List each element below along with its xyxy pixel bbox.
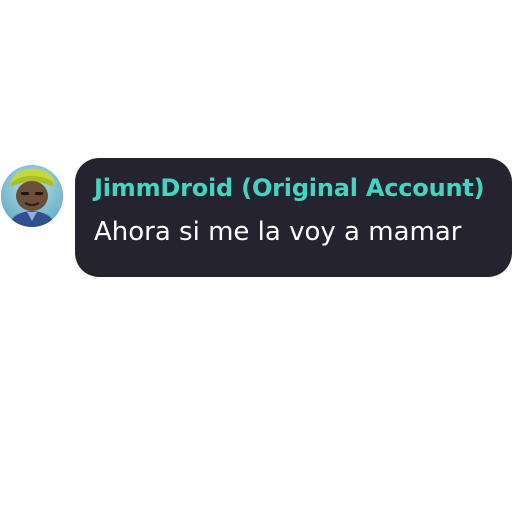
message-text: Ahora si me la voy a mamar (94, 217, 462, 247)
user-avatar-icon[interactable] (1, 165, 63, 227)
chat-message: JimmDroid (Original Account) Ahora si me… (0, 0, 512, 512)
username-label[interactable]: JimmDroid (Original Account) (94, 172, 494, 204)
message-bubble: JimmDroid (Original Account) Ahora si me… (75, 158, 512, 277)
